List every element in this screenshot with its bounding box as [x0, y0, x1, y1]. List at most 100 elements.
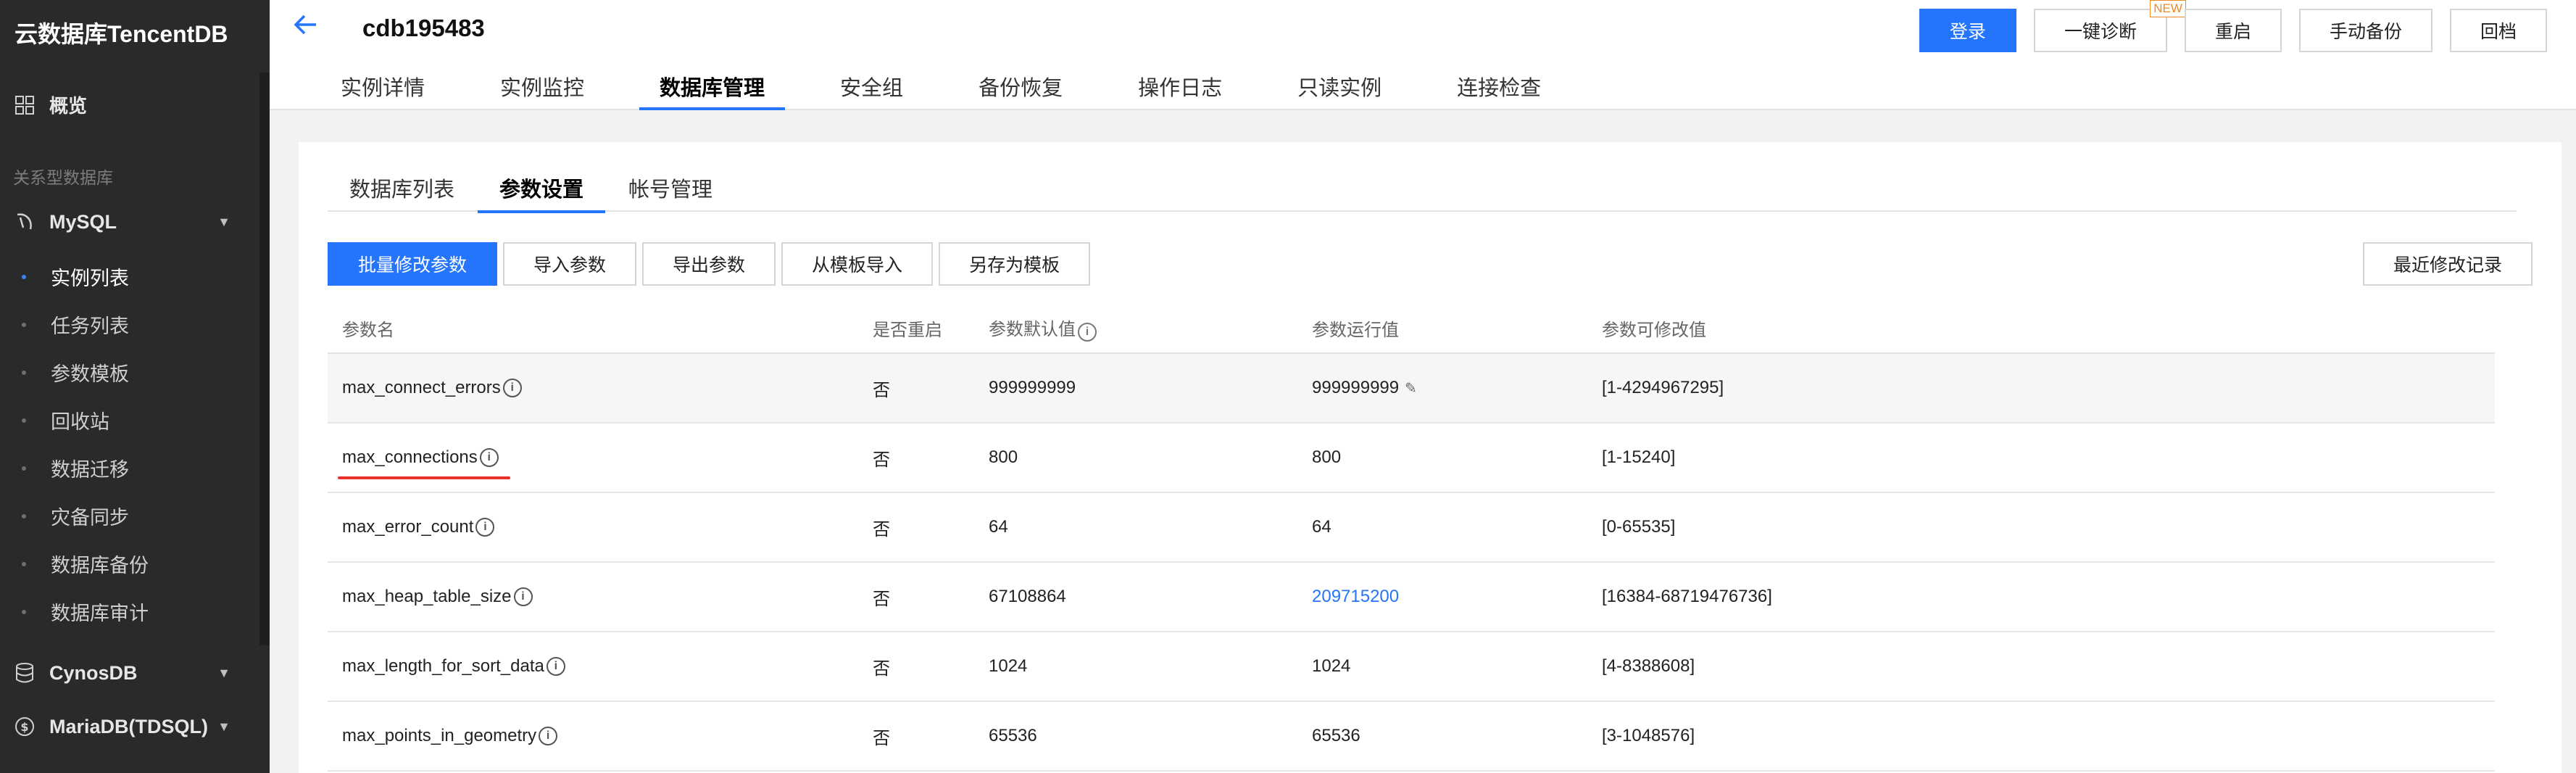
sidebar-item-data-migration[interactable]: 数据迁移 — [22, 454, 129, 482]
table-row[interactable]: max_heap_table_size i 否 67108864 20971520… — [328, 563, 2495, 632]
back-arrow-icon[interactable] — [293, 12, 317, 43]
param-name-cell: max_connections i — [328, 447, 873, 479]
param-name: max_heap_table_size — [342, 587, 512, 606]
bullet-icon — [22, 561, 26, 566]
import-from-template-button[interactable]: 从模板导入 — [781, 242, 934, 286]
sidebar-group-label: CynosDB — [49, 661, 138, 684]
param-name-cell: max_error_count i — [328, 517, 873, 537]
subtab-database-list[interactable]: 数据库列表 — [328, 164, 476, 212]
sidebar-item-overview[interactable]: 概览 — [13, 91, 87, 118]
sidebar-item-param-templates[interactable]: 参数模板 — [22, 358, 129, 386]
bullet-icon — [22, 609, 26, 614]
sidebar-item-db-audit[interactable]: 数据库审计 — [22, 598, 149, 626]
header-label: 参数运行值 — [1312, 320, 1399, 340]
info-icon[interactable]: i — [1078, 322, 1097, 342]
param-name: max_connections — [342, 447, 478, 467]
running-value: 800 — [1312, 447, 1342, 467]
info-icon[interactable]: i — [479, 448, 499, 467]
restart-cell: 否 — [873, 728, 890, 748]
caret-down-icon: ▼ — [217, 214, 230, 229]
database-icon — [13, 661, 36, 685]
params-table: 参数名 是否重启 参数默认值 i 参数运行值 参数可修改值 max_connect… — [328, 303, 2495, 772]
running-value-link[interactable]: 209715200 — [1312, 587, 1399, 607]
tab-connection-check[interactable]: 连接检查 — [1437, 71, 1561, 110]
info-icon[interactable]: i — [513, 587, 533, 606]
header-label: 是否重启 — [873, 320, 942, 340]
bullet-icon — [22, 274, 26, 279]
column-header-running: 参数运行值 — [1312, 315, 1602, 341]
column-header-default: 参数默认值 i — [989, 315, 1312, 342]
info-icon[interactable]: i — [475, 518, 495, 537]
button-label: 回档 — [2480, 22, 2517, 42]
default-value-cell: 65536 — [989, 726, 1037, 745]
recent-changes-button[interactable]: 最近修改记录 — [2362, 242, 2533, 286]
restart-button[interactable]: 重启 — [2184, 9, 2282, 52]
sidebar-item-label: 数据迁移 — [51, 459, 129, 481]
param-name: max_connect_errors — [342, 378, 501, 397]
info-icon[interactable]: i — [539, 727, 558, 745]
instance-tabs: 实例详情 实例监控 数据库管理 安全组 备份恢复 操作日志 只读实例 连接检查 — [320, 71, 1596, 110]
param-name-cell: max_points_in_geometry i — [328, 726, 873, 746]
mysql-dolphin-icon — [13, 210, 36, 233]
instance-title: cdb195483 — [362, 15, 485, 41]
button-label: 导出参数 — [673, 255, 746, 276]
restart-cell: 否 — [873, 658, 890, 679]
table-row[interactable]: max_connect_errors i 否 999999999 99999999… — [328, 354, 2495, 423]
table-header: 参数名 是否重启 参数默认值 i 参数运行值 参数可修改值 — [328, 303, 2495, 354]
tab-instance-details[interactable]: 实例详情 — [320, 71, 445, 110]
bullet-icon — [22, 370, 26, 375]
running-value: 65536 — [1312, 726, 1360, 745]
save-as-template-button[interactable]: 另存为模板 — [939, 242, 1091, 286]
header-label: 参数名 — [342, 320, 394, 340]
sidebar-group-mariadb[interactable]: $ MariaDB(TDSQL) ▼ — [13, 715, 230, 738]
button-label: 导入参数 — [533, 255, 607, 276]
column-header-range: 参数可修改值 — [1602, 315, 2495, 341]
tab-readonly-instances[interactable]: 只读实例 — [1277, 71, 1402, 110]
tab-database-management[interactable]: 数据库管理 — [639, 71, 786, 110]
pencil-edit-icon[interactable]: ✎ — [1405, 379, 1417, 397]
highlight-underline — [338, 476, 510, 479]
import-params-button[interactable]: 导入参数 — [503, 242, 637, 286]
default-value-cell: 800 — [989, 447, 1018, 467]
sidebar-item-dr-sync[interactable]: 灾备同步 — [22, 502, 129, 530]
header-label: 参数可修改值 — [1602, 320, 1706, 340]
button-label: 登录 — [1949, 22, 1986, 42]
table-row[interactable]: max_error_count i 否 64 64 [0-65535] — [328, 493, 2495, 563]
export-params-button[interactable]: 导出参数 — [642, 242, 776, 286]
sidebar-group-label: MariaDB(TDSQL) — [49, 715, 209, 737]
sidebar-item-label: 参数模板 — [51, 363, 129, 385]
batch-modify-button[interactable]: 批量修改参数 — [328, 242, 498, 286]
table-row[interactable]: max_length_for_sort_data i 否 1024 1024 [4… — [328, 632, 2495, 702]
login-button[interactable]: 登录 — [1919, 9, 2016, 52]
sidebar-item-recycle-bin[interactable]: 回收站 — [22, 406, 109, 434]
manual-backup-button[interactable]: 手动备份 — [2298, 9, 2432, 52]
running-value-cell: 800 — [1312, 447, 1602, 468]
info-icon[interactable]: i — [502, 379, 522, 397]
sidebar-item-db-backup[interactable]: 数据库备份 — [22, 550, 149, 578]
header-actions: 登录 一键诊断 NEW 重启 手动备份 回档 — [1919, 0, 2547, 52]
table-row[interactable]: max_points_in_geometry i 否 65536 65536 [3… — [328, 702, 2495, 772]
sidebar-item-task-list[interactable]: 任务列表 — [22, 310, 129, 339]
sidebar-item-label: 任务列表 — [51, 315, 129, 337]
sidebar-item-instance-list[interactable]: 实例列表 — [22, 263, 129, 291]
tab-instance-monitoring[interactable]: 实例监控 — [480, 71, 604, 110]
page-header: cdb195483 登录 一键诊断 NEW 重启 手动备份 回档 实例详情 实例… — [270, 0, 2576, 110]
sidebar-group-mysql[interactable]: MySQL ▼ — [13, 210, 230, 233]
info-icon[interactable]: i — [546, 657, 565, 676]
tab-backup-restore[interactable]: 备份恢复 — [958, 71, 1083, 110]
one-click-diagnose-button[interactable]: 一键诊断 NEW — [2033, 0, 2186, 52]
range-cell: [4-8388608] — [1602, 656, 1695, 676]
restart-cell: 否 — [873, 589, 890, 609]
tab-operation-log[interactable]: 操作日志 — [1118, 71, 1242, 110]
sidebar-scrollbar[interactable] — [259, 73, 270, 645]
button-label: 手动备份 — [2329, 22, 2402, 42]
param-name: max_points_in_geometry — [342, 726, 537, 745]
sidebar-group-cynosdb[interactable]: CynosDB ▼ — [13, 661, 230, 685]
table-row[interactable]: max_connections i 否 800 800 [1-15240] — [328, 423, 2495, 493]
sidebar-item-label: 数据库备份 — [51, 555, 149, 576]
subtab-parameter-settings[interactable]: 参数设置 — [478, 164, 606, 213]
tab-security-group[interactable]: 安全组 — [820, 71, 923, 110]
subtab-account-management[interactable]: 帐号管理 — [607, 164, 734, 212]
rollback-button[interactable]: 回档 — [2449, 9, 2547, 52]
running-value: 64 — [1312, 517, 1331, 537]
